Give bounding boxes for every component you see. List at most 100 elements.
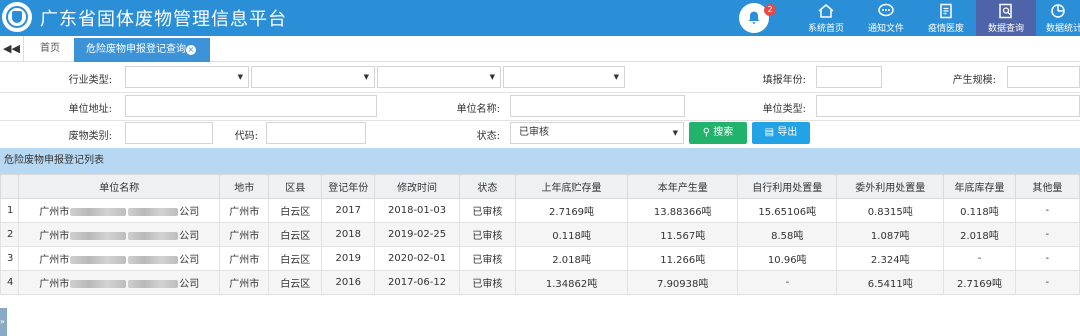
nav-data-stats[interactable]: 数据统计 [1036,0,1080,36]
status-cell: 已审核 [458,198,516,223]
table-row[interactable]: 2 广州市 公司 广州市 白云区 2018 2019-02-25 已审核 0.11… [0,222,1080,247]
self-used-cell: - [737,270,838,295]
year-end-cell: 0.118吨 [943,198,1016,223]
column-header[interactable]: 本年产生量 [627,174,739,199]
district-cell: 白云区 [268,198,323,223]
fill-year-input[interactable] [816,66,882,88]
tab-scroll-back-button[interactable]: ◀◀ [0,36,24,62]
status-cell: 已审核 [458,270,516,295]
city-cell: 广州市 [219,270,270,295]
table-row[interactable]: 1 广州市 公司 广州市 白云区 2017 2018-01-03 已审核 2.71… [0,198,1080,223]
district-cell: 白云区 [268,270,323,295]
column-header[interactable]: 地市 [219,174,270,199]
table-row[interactable]: 3 广州市 公司 广州市 白云区 2019 2020-02-01 已审核 2.01… [0,246,1080,271]
column-header[interactable]: 登记年份 [321,174,376,199]
column-header[interactable]: 上年底贮存量 [514,174,629,199]
column-header[interactable]: 修改时间 [374,174,460,199]
outsourced-cell: 0.8315吨 [836,198,945,223]
column-header[interactable]: 委外利用处置量 [836,174,945,199]
district-cell: 白云区 [268,222,323,247]
app-title: 广东省固体废物管理信息平台 [40,9,287,30]
code-input[interactable] [266,122,366,144]
side-panel-expand-handle[interactable]: » [0,308,7,336]
unit-name-cell: 广州市 公司 [18,246,221,271]
column-header[interactable]: 自行利用处置量 [737,174,838,199]
status-cell: 已审核 [458,222,516,247]
close-icon[interactable]: × [186,45,196,55]
unit-name-cell: 广州市 公司 [18,222,221,247]
modified-cell: 2017-06-12 [374,270,460,295]
redacted-text [70,280,127,288]
other-cell: - [1014,222,1080,247]
tab-bar: ◀◀ 首页 危险废物申报登记查询 × [0,36,1080,62]
nav-notices[interactable]: 通知文件 [856,0,916,36]
table-row[interactable]: 4 广州市 公司 广州市 白云区 2016 2017-06-12 已审核 1.34… [0,270,1080,295]
tab-home[interactable]: 首页 [30,36,70,62]
unit-name-cell: 广州市 公司 [18,198,221,223]
redacted-text [70,232,127,240]
city-cell: 广州市 [219,198,270,223]
row-number: 3 [0,246,20,271]
column-header[interactable]: 区县 [268,174,323,199]
nav-home[interactable]: 系统首页 [796,0,856,36]
column-header[interactable]: 其他量 [1014,174,1080,199]
modified-cell: 2019-02-25 [374,222,460,247]
status-cell: 已审核 [458,246,516,271]
produced-cell: 13.88366吨 [627,198,739,223]
search-icon: ⚲ [702,127,714,138]
divider [0,120,1080,121]
year-cell: 2018 [321,222,376,247]
nav-medical-waste[interactable]: 疫情医废 [916,0,976,36]
modified-cell: 2020-02-01 [374,246,460,271]
industry-type-select-4[interactable] [503,66,625,88]
tab-label: 危险废物申报登记查询 [86,44,186,55]
search-document-icon [999,3,1012,19]
scale-input[interactable] [1007,66,1080,88]
tab-hazardous-waste-query[interactable]: 危险废物申报登记查询 × [74,38,210,62]
home-icon [818,4,834,18]
pie-chart-icon [1051,4,1065,18]
industry-type-select-1[interactable] [125,66,249,88]
table-header-row: 单位名称 地市 区县 登记年份 修改时间 状态 上年底贮存量 本年产生量 自行利… [0,174,1080,199]
unit-type-label: 单位类型: [762,104,806,115]
app-header: 广东省固体废物管理信息平台 2 系统首页 通知文件 疫情医废 数据查询 数据统计 [0,0,1080,36]
fill-year-label: 填报年份: [762,75,806,86]
status-select[interactable]: 已审核 [510,122,684,144]
export-button[interactable]: ▤ 导出 [752,122,810,144]
column-header[interactable]: 年底库存量 [943,174,1016,199]
modified-cell: 2018-01-03 [374,198,460,223]
outsourced-cell: 1.087吨 [836,222,945,247]
column-header [0,174,20,199]
unit-name-cell: 广州市 公司 [18,270,221,295]
unit-type-input[interactable] [816,95,1080,117]
redacted-text [128,256,179,264]
status-label: 状态: [476,131,500,142]
redacted-text [128,232,179,240]
prev-stock-cell: 1.34862吨 [514,270,629,295]
year-cell: 2016 [321,270,376,295]
export-button-label: 导出 [777,127,798,138]
waste-category-input[interactable] [125,122,213,144]
produced-cell: 11.567吨 [627,222,739,247]
nav-data-query[interactable]: 数据查询 [976,0,1036,36]
other-cell: - [1014,198,1080,223]
industry-type-select-3[interactable] [377,66,501,88]
year-end-cell: 2.7169吨 [943,270,1016,295]
industry-type-label: 行业类型: [68,75,112,86]
self-used-cell: 15.65106吨 [737,198,838,223]
search-button[interactable]: ⚲ 搜索 [689,122,747,144]
column-header[interactable]: 状态 [458,174,516,199]
print-icon: ▤ [764,127,778,138]
unit-address-input[interactable] [125,95,377,117]
column-header[interactable]: 单位名称 [18,174,221,199]
industry-type-select-2[interactable] [251,66,375,88]
self-used-cell: 10.96吨 [737,246,838,271]
outsourced-cell: 6.5411吨 [836,270,945,295]
code-label: 代码: [234,131,258,142]
prev-stock-cell: 2.7169吨 [514,198,629,223]
year-cell: 2017 [321,198,376,223]
district-cell: 白云区 [268,246,323,271]
scale-label: 产生规模: [952,75,996,86]
unit-name-input[interactable] [510,95,685,117]
redacted-text [70,208,127,216]
